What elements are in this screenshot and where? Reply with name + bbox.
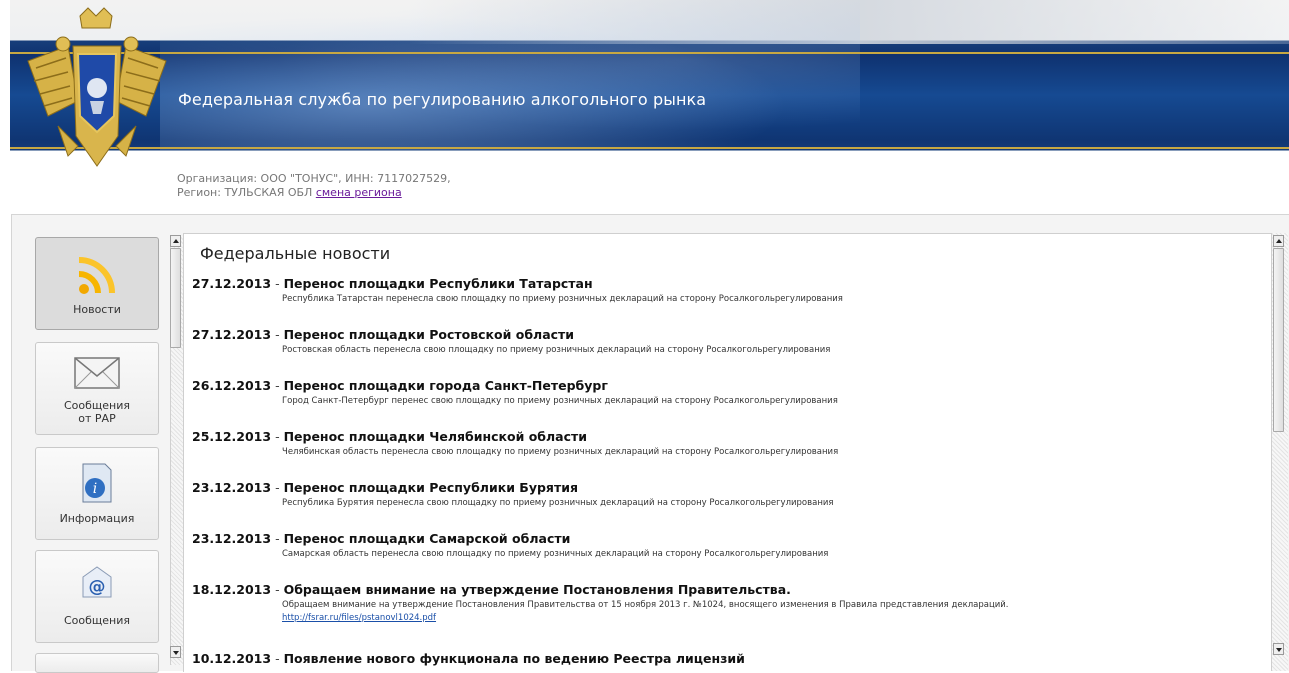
news-date: 18.12.2013 [192, 582, 272, 597]
rss-icon [78, 257, 115, 294]
double-headed-eagle-emblem-icon [27, 7, 167, 167]
news-date: 27.12.2013 [192, 327, 272, 342]
svg-text:@: @ [89, 577, 106, 597]
banner-map-background [160, 0, 860, 150]
nav-more-button[interactable] [35, 653, 159, 673]
nav-rar-messages-button[interactable]: Сообщения от РАР [35, 342, 159, 435]
news-separator: - [275, 480, 280, 495]
news-date: 26.12.2013 [192, 378, 272, 393]
banner-gold-line-bottom [10, 147, 1289, 149]
section-title: Федеральные новости [200, 244, 391, 263]
news-item: 27.12.2013 - Перенос площадки Республики… [192, 276, 843, 304]
news-date: 23.12.2013 [192, 531, 272, 546]
news-headline: 23.12.2013 - Перенос площадки Самарской … [192, 531, 828, 546]
envelope-icon [74, 357, 120, 389]
region-label: Регион: ТУЛЬСКАЯ ОБЛ [177, 186, 313, 199]
header-banner [10, 0, 1289, 160]
nav-information-label: Информация [59, 512, 135, 525]
news-item: 25.12.2013 - Перенос площадки Челябинско… [192, 429, 838, 457]
news-separator: - [275, 429, 280, 444]
info-document-icon: i [82, 463, 112, 503]
news-description: Обращаем внимание на утверждение Постано… [282, 600, 1009, 610]
news-item: 23.12.2013 - Перенос площадки Самарской … [192, 531, 828, 559]
nav-information-button[interactable]: i Информация [35, 447, 159, 540]
nav-scroll-up-arrow[interactable] [170, 235, 181, 247]
main-frame: Новости Сообщения от РАР i Информация @ … [11, 214, 1289, 673]
news-description: Челябинская область перенесла свою площа… [282, 447, 839, 457]
news-title[interactable]: Перенос площадки Республики Бурятия [284, 480, 578, 495]
news-date: 10.12.2013 [192, 651, 272, 666]
news-date: 25.12.2013 [192, 429, 272, 444]
nav-scroll-down-arrow[interactable] [170, 646, 181, 658]
news-title[interactable]: Обращаем внимание на утверждение Постано… [284, 582, 791, 597]
news-item: 10.12.2013 - Появление нового функционал… [192, 651, 745, 666]
nav-messages-button[interactable]: @ Сообщения [35, 550, 159, 643]
nav-rar-messages-label: Сообщения от РАР [64, 399, 131, 425]
news-item: 23.12.2013 - Перенос площадки Республики… [192, 480, 834, 508]
news-title[interactable]: Появление нового функционала по ведению … [284, 651, 745, 666]
news-title[interactable]: Перенос площадки Челябинской области [284, 429, 587, 444]
at-mail-icon: @ [82, 566, 112, 598]
news-item: 26.12.2013 - Перенос площадки города Сан… [192, 378, 838, 406]
news-separator: - [275, 531, 280, 546]
news-item: 18.12.2013 - Обращаем внимание на утверж… [192, 582, 1009, 623]
nav-scroll-thumb[interactable] [170, 248, 181, 348]
news-headline: 25.12.2013 - Перенос площадки Челябинско… [192, 429, 838, 444]
news-content-panel: Федеральные новости 27.12.2013 - Перенос… [183, 233, 1272, 672]
change-region-link[interactable]: смена региона [316, 186, 402, 199]
news-headline: 18.12.2013 - Обращаем внимание на утверж… [192, 582, 1009, 597]
organization-line: Организация: ООО "ТОНУС", ИНН: 711702752… [177, 172, 451, 185]
news-title[interactable]: Перенос площадки города Санкт-Петербург [284, 378, 608, 393]
content-scroll-up-arrow[interactable] [1273, 235, 1284, 247]
news-item: 27.12.2013 - Перенос площадки Ростовской… [192, 327, 830, 355]
news-separator: - [275, 276, 280, 291]
news-description: Город Санкт-Петербург перенес свою площа… [282, 396, 838, 406]
news-date: 27.12.2013 [192, 276, 272, 291]
news-separator: - [275, 327, 280, 342]
news-description: Республика Бурятия перенесла свою площад… [282, 498, 834, 508]
news-pdf-link[interactable]: http://fsrar.ru/files/pstanovl1024.pdf [282, 613, 1009, 623]
nav-news-button[interactable]: Новости [35, 237, 159, 330]
news-title[interactable]: Перенос площадки Ростовской области [284, 327, 575, 342]
news-headline: 10.12.2013 - Появление нового функционал… [192, 651, 745, 666]
news-description: Республика Татарстан перенесла свою площ… [282, 294, 843, 304]
news-description: Самарская область перенесла свою площадк… [282, 549, 829, 559]
organization-info: Организация: ООО "ТОНУС", ИНН: 711702752… [177, 172, 451, 200]
news-headline: 27.12.2013 - Перенос площадки Ростовской… [192, 327, 830, 342]
content-scroll-down-arrow[interactable] [1273, 643, 1284, 655]
svg-text:i: i [93, 481, 97, 497]
news-separator: - [275, 582, 280, 597]
news-headline: 27.12.2013 - Перенос площадки Республики… [192, 276, 843, 291]
news-date: 23.12.2013 [192, 480, 272, 495]
region-line: Регион: ТУЛЬСКАЯ ОБЛ смена региона [177, 186, 451, 200]
news-description: Ростовская область перенесла свою площад… [282, 345, 831, 355]
left-navigation: Новости Сообщения от РАР i Информация @ … [12, 215, 183, 673]
nav-news-label: Новости [73, 303, 121, 316]
news-headline: 26.12.2013 - Перенос площадки города Сан… [192, 378, 838, 393]
banner-gold-line-top [10, 52, 1289, 54]
news-title[interactable]: Перенос площадки Самарской области [284, 531, 571, 546]
nav-messages-label: Сообщения [63, 614, 130, 627]
news-separator: - [275, 378, 280, 393]
content-scroll-thumb[interactable] [1273, 248, 1284, 432]
news-title[interactable]: Перенос площадки Республики Татарстан [284, 276, 593, 291]
news-separator: - [275, 651, 280, 666]
news-headline: 23.12.2013 - Перенос площадки Республики… [192, 480, 834, 495]
site-title: Федеральная служба по регулированию алко… [178, 90, 707, 109]
